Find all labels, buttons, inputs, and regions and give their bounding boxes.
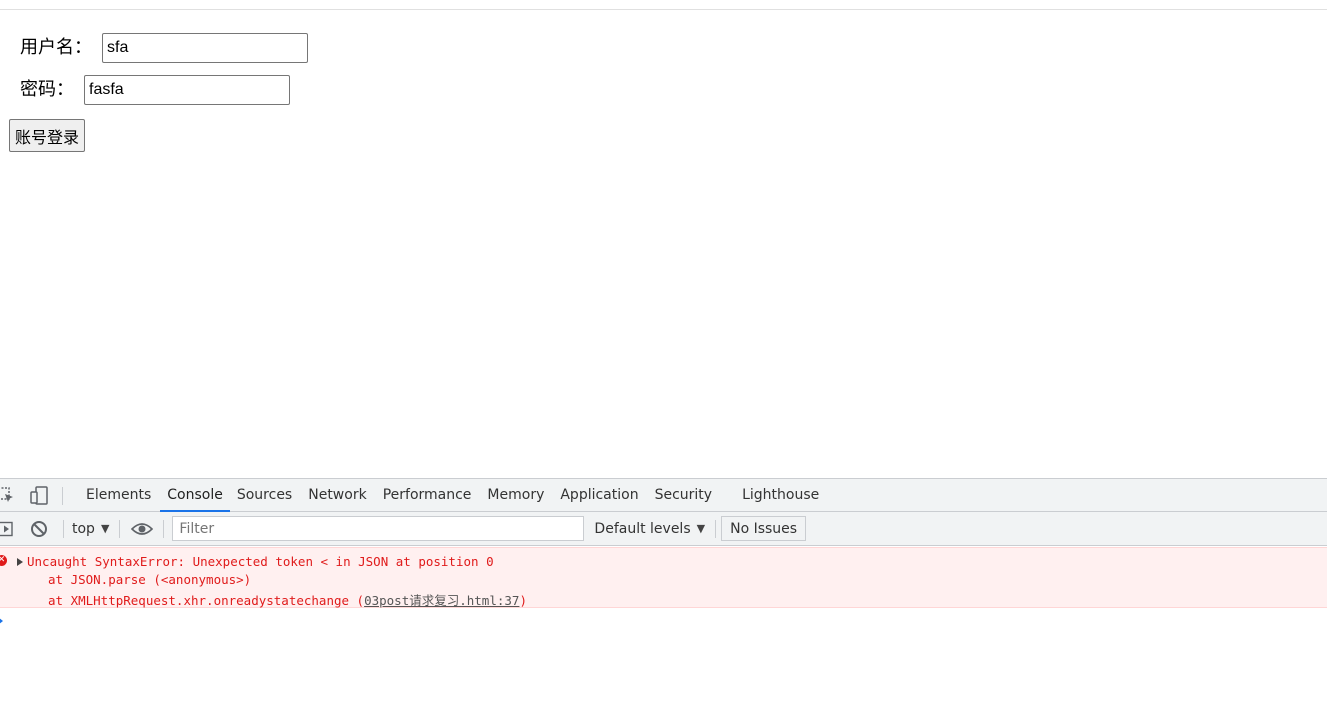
eye-icon[interactable]	[131, 522, 154, 536]
log-levels-dropdown[interactable]: Default levels ▼	[594, 521, 705, 537]
tab-lighthouse[interactable]: Lighthouse	[735, 479, 826, 511]
device-toolbar-icon[interactable]	[30, 486, 50, 510]
stack-frame-1: at JSON.parse (<anonymous>)	[48, 572, 252, 587]
expand-caret-icon[interactable]	[17, 558, 23, 566]
toolbar-separator	[715, 519, 717, 538]
devtools-left-icons	[0, 479, 64, 511]
tab-memory[interactable]: Memory	[480, 479, 551, 511]
toolbar-separator	[119, 519, 121, 538]
chevron-down-icon: ▼	[696, 522, 706, 535]
username-row: 用户名：	[20, 33, 308, 63]
context-label: top	[72, 520, 95, 537]
devtools-panel: Elements Console Sources Network Perform…	[0, 478, 1327, 726]
tab-console[interactable]: Console	[160, 479, 230, 512]
console-prompt-icon[interactable]	[0, 617, 3, 625]
error-icon: ✕	[0, 555, 7, 566]
devtools-tab-bar: Elements Console Sources Network Perform…	[0, 479, 1327, 512]
password-input[interactable]	[84, 75, 290, 105]
console-toolbar: top ▼ Default levels ▼ No Issues	[0, 512, 1327, 546]
tab-performance[interactable]: Performance	[376, 479, 479, 511]
username-label: 用户名：	[20, 37, 92, 58]
inspect-element-icon[interactable]	[0, 486, 15, 508]
toolbar-separator	[63, 519, 64, 538]
toolbar-separator	[163, 519, 165, 538]
password-label: 密码：	[20, 79, 74, 100]
source-link[interactable]: 03post请求复习.html:37	[364, 593, 519, 608]
login-button[interactable]: 账号登录	[9, 119, 85, 152]
stack-frame-2-prefix: at XMLHttpRequest.xhr.onreadystatechange…	[48, 593, 365, 608]
tab-sources[interactable]: Sources	[230, 479, 299, 511]
issues-button[interactable]: No Issues	[721, 516, 807, 541]
username-input[interactable]	[102, 33, 308, 63]
password-row: 密码：	[20, 75, 290, 105]
tab-application[interactable]: Application	[553, 479, 645, 511]
toolbar-separator	[62, 487, 63, 505]
clear-console-icon[interactable]	[30, 520, 48, 538]
context-selector[interactable]: top ▼	[72, 521, 109, 537]
tab-security[interactable]: Security	[648, 479, 720, 511]
sidebar-toggle-icon[interactable]	[0, 521, 14, 537]
error-text: Uncaught SyntaxError: Unexpected token <…	[27, 554, 494, 569]
stack-frame-2: at XMLHttpRequest.xhr.onreadystatechange…	[48, 590, 527, 609]
chevron-down-icon: ▼	[100, 522, 110, 535]
tab-elements[interactable]: Elements	[79, 479, 158, 511]
stack-frame-2-suffix: )	[519, 593, 527, 608]
tab-network[interactable]: Network	[301, 479, 373, 511]
filter-input[interactable]	[172, 516, 585, 541]
top-divider	[0, 9, 1327, 10]
console-error-message: ✕ Uncaught SyntaxError: Unexpected token…	[0, 547, 1327, 608]
levels-label: Default levels	[594, 520, 691, 537]
